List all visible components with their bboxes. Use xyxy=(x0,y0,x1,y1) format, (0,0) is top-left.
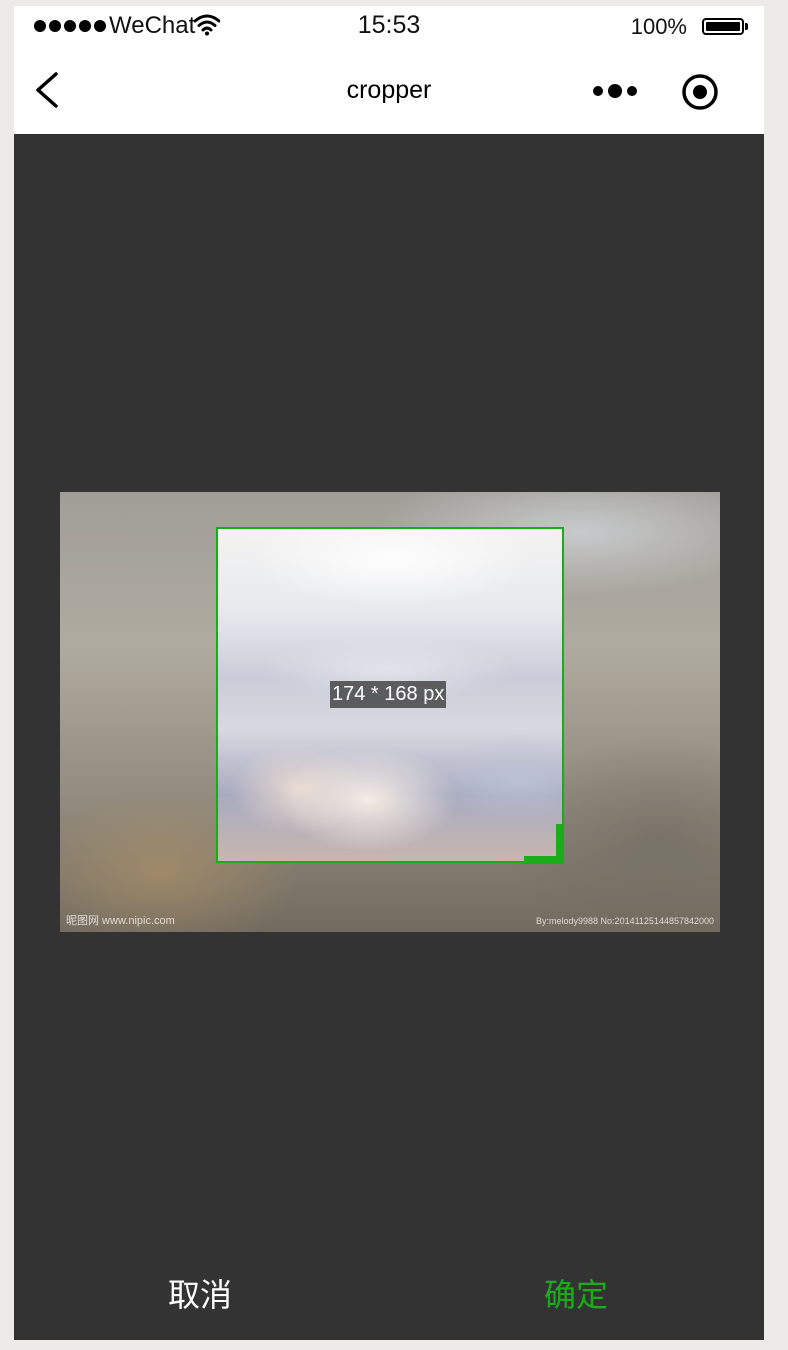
page-title: cropper xyxy=(346,76,432,104)
cancel-button[interactable]: 取消 xyxy=(150,1270,250,1314)
more-dots-icon[interactable] xyxy=(590,78,640,104)
confirm-button[interactable]: 确定 xyxy=(526,1270,626,1314)
battery-full-icon xyxy=(702,18,748,35)
status-bar: WeChat 15:53 100% xyxy=(14,6,764,46)
watermark-right: By:melody9988 No:20141125144857842000 xyxy=(536,916,714,926)
resize-handle-icon[interactable] xyxy=(524,824,564,864)
navigation-bar: cropper xyxy=(14,46,764,134)
crop-size-label: 174 * 168 px xyxy=(330,681,447,708)
battery-percent: 100% xyxy=(630,14,687,39)
watermark-left: 昵图网 www.nipic.com xyxy=(66,915,175,927)
app-screen: WeChat 15:53 100% cropper 昵图网 www.nipic.… xyxy=(14,6,764,1340)
target-close-icon[interactable] xyxy=(680,72,720,112)
